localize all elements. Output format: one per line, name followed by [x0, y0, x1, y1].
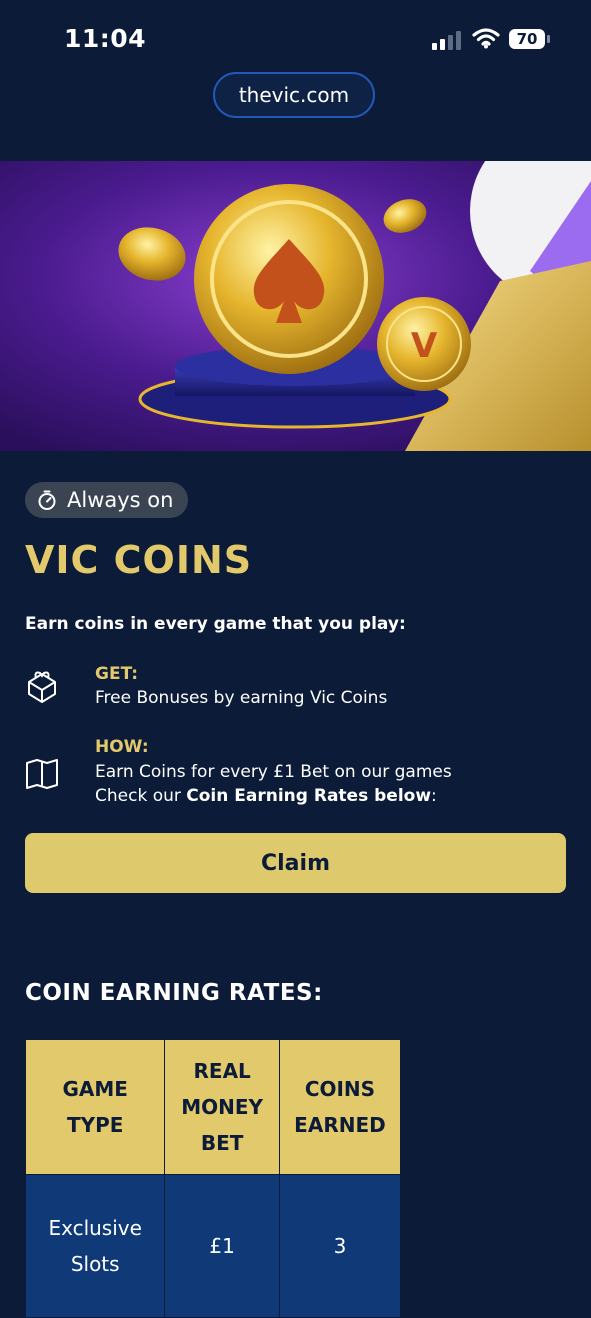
svg-text:V: V — [411, 326, 438, 366]
cell-game-type: Exclusive Slots — [24, 1174, 166, 1318]
coin-earning-rates-table: GAME TYPE REAL MONEY BET COINS EARNED Ex… — [24, 1039, 402, 1318]
how-line-1: Earn Coins for every £1 Bet on our games — [95, 762, 452, 782]
how-line-2: Check our Coin Earning Rates below: — [95, 786, 437, 806]
how-row: HOW: Earn Coins for every £1 Bet on our … — [25, 737, 565, 809]
claim-button[interactable]: Claim — [25, 833, 566, 893]
signal-icon — [432, 31, 461, 50]
stopwatch-icon — [38, 490, 56, 510]
badge-label: Always on — [67, 488, 174, 512]
header-game-type: GAME TYPE — [24, 1039, 166, 1175]
table-row: Exclusive Slots £1 3 — [24, 1174, 402, 1318]
intro-text: Earn coins in every game that you play: — [25, 614, 406, 634]
status-time: 11:04 — [64, 24, 147, 53]
header-real-money-bet: REAL MONEY BET — [164, 1039, 280, 1175]
book-icon — [26, 759, 58, 789]
get-row: GET: Free Bonuses by earning Vic Coins — [25, 664, 565, 714]
status-bar: 11:04 70 — [0, 0, 591, 70]
page-title: VIC COINS — [25, 538, 253, 582]
battery-level: 70 — [509, 29, 545, 49]
get-text: Free Bonuses by earning Vic Coins — [95, 688, 388, 708]
cell-bet: £1 — [164, 1174, 280, 1318]
wifi-icon — [472, 28, 500, 49]
coin-earning-rates-link: Coin Earning Rates below — [186, 786, 432, 806]
get-label: GET: — [95, 664, 139, 684]
rates-title: COIN EARNING RATES: — [25, 980, 323, 1006]
always-on-badge: Always on — [25, 482, 188, 518]
cell-coins: 3 — [278, 1174, 402, 1318]
header-coins-earned: COINS EARNED — [278, 1039, 402, 1175]
battery-icon: 70 — [509, 29, 551, 50]
address-bar[interactable]: thevic.com — [213, 72, 375, 118]
vic-coins-banner-image: V — [0, 161, 591, 451]
gift-icon — [28, 671, 56, 703]
table-header-row: GAME TYPE REAL MONEY BET COINS EARNED — [24, 1039, 402, 1175]
how-label: HOW: — [95, 737, 149, 757]
